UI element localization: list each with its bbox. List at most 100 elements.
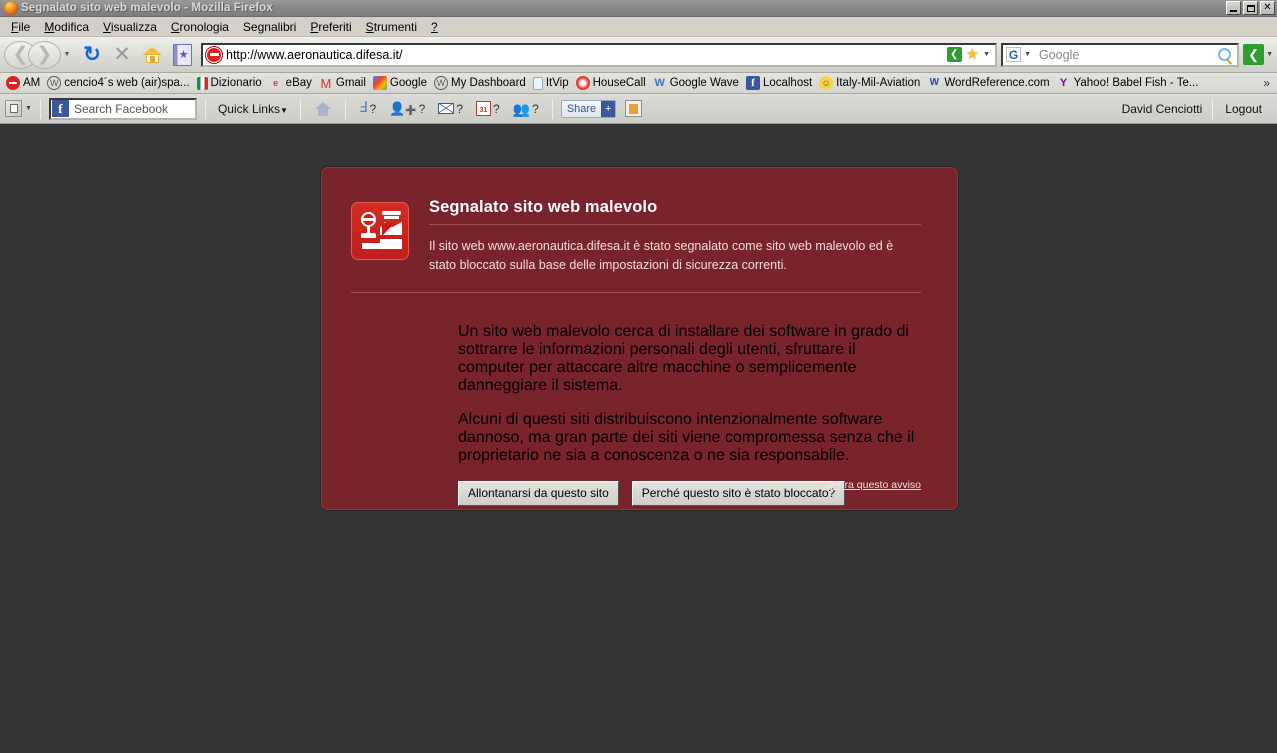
bookmark-am[interactable]: AM bbox=[3, 75, 44, 91]
menu-segnalibri[interactable]: Segnalibri bbox=[236, 18, 303, 36]
leave-site-button[interactable]: Allontanarsi da questo sito bbox=[458, 481, 619, 506]
chevron-down-icon[interactable]: ▼ bbox=[61, 41, 73, 69]
bookmark-label: cencio4´s web (air)spa... bbox=[64, 77, 189, 89]
why-blocked-button[interactable]: Perché questo sito è stato bloccato? bbox=[632, 481, 845, 506]
chevron-down-icon[interactable]: ▼ bbox=[983, 51, 990, 58]
home-icon[interactable] bbox=[137, 41, 167, 69]
facebook-search-placeholder: Search Facebook bbox=[69, 102, 168, 116]
events-calendar-icon: 31 bbox=[476, 101, 491, 116]
badge-count: ? bbox=[493, 102, 500, 116]
window-controls: ✕ bbox=[1226, 1, 1275, 15]
chevron-down-icon[interactable]: ▼ bbox=[25, 105, 32, 112]
gmail-icon: M bbox=[319, 76, 333, 90]
share-icon[interactable]: ❮ bbox=[947, 47, 962, 62]
bookmark-label: Google bbox=[390, 77, 427, 89]
bookmark-gmail[interactable]: M Gmail bbox=[316, 75, 370, 91]
window-title: Segnalato sito web malevolo - Mozilla Fi… bbox=[21, 2, 273, 14]
bookmark-label: Dizionario bbox=[211, 77, 262, 89]
maximize-restore-button[interactable] bbox=[1243, 1, 1258, 15]
facebook-share-button[interactable]: Share + bbox=[561, 100, 616, 118]
bookmark-label: Yahoo! Babel Fish - Te... bbox=[1074, 77, 1199, 89]
yahoo-icon: Y bbox=[1057, 76, 1071, 90]
reload-icon[interactable]: ↻ bbox=[77, 41, 107, 69]
bookmarks-overflow-icon[interactable]: » bbox=[1263, 76, 1274, 90]
minimize-button[interactable] bbox=[1226, 1, 1241, 15]
friends-item[interactable]: 👥 ? bbox=[508, 102, 544, 116]
magnifier-icon[interactable] bbox=[1218, 48, 1231, 61]
bookmark-google[interactable]: Google bbox=[370, 75, 431, 91]
friend-request-item[interactable]: 👤➕ ? bbox=[384, 102, 430, 116]
bookmarks-toolbar: AM W cencio4´s web (air)spa... Dizionari… bbox=[0, 73, 1277, 94]
navigation-toolbar: ❮ ❯ ▼ ↻ ✕ ★ http://www.aeronautica.difes… bbox=[0, 37, 1277, 73]
facebook-user-name[interactable]: David Cenciotti bbox=[1112, 102, 1213, 116]
chevron-down-icon[interactable]: ▼ bbox=[1266, 51, 1273, 58]
bookmark-dizionario[interactable]: Dizionario bbox=[194, 76, 266, 91]
quick-links-button[interactable]: Quick Links▼ bbox=[214, 100, 292, 118]
blocked-site-icon bbox=[6, 76, 20, 90]
bookmark-ebay[interactable]: e eBay bbox=[266, 75, 316, 91]
bookmark-wordreference[interactable]: W WordReference.com bbox=[924, 75, 1053, 91]
warning-header: Segnalato sito web malevolo Il sito web … bbox=[351, 198, 921, 275]
menu-visualizza[interactable]: Visualizza bbox=[96, 18, 164, 36]
window-title-bar: Segnalato sito web malevolo - Mozilla Fi… bbox=[0, 0, 1277, 17]
stop-icon[interactable]: ✕ bbox=[107, 41, 137, 69]
google-g-icon[interactable]: G bbox=[1006, 47, 1021, 62]
warning-lead-text: Il sito web www.aeronautica.difesa.it è … bbox=[429, 225, 921, 275]
facebook-account-area: David Cenciotti Logout bbox=[1112, 99, 1272, 119]
warning-paragraph-1: Un sito web malevolo cerca di installare… bbox=[458, 323, 921, 395]
malicious-site-police-icon bbox=[351, 202, 409, 260]
bookmark-itvip[interactable]: ItVip bbox=[530, 76, 573, 91]
share-icon[interactable]: ❮ bbox=[1243, 44, 1264, 65]
menu-modifica[interactable]: Modifica bbox=[37, 18, 96, 36]
search-engine-chevron-down-icon[interactable]: ▼ bbox=[1021, 51, 1034, 58]
bookmark-yahoo-babel-fish[interactable]: Y Yahoo! Babel Fish - Te... bbox=[1054, 75, 1203, 91]
facebook-toolbar: ▼ f Search Facebook Quick Links▼ Ⅎ ? 👤➕ … bbox=[0, 94, 1277, 124]
menu-preferiti[interactable]: Preferiti bbox=[303, 18, 358, 36]
search-bar[interactable]: G ▼ Google bbox=[1001, 43, 1239, 67]
windows-list-icon[interactable] bbox=[5, 100, 22, 117]
bookmark-localhost[interactable]: f Localhost bbox=[743, 75, 816, 91]
bookmark-label: WordReference.com bbox=[944, 77, 1049, 89]
bookmark-my-dashboard[interactable]: W My Dashboard bbox=[431, 75, 530, 91]
bookmark-label: Localhost bbox=[763, 77, 812, 89]
search-input[interactable]: Google bbox=[1034, 48, 1218, 62]
wordreference-icon: W bbox=[927, 76, 941, 90]
star-bookmark-icon[interactable]: ★ bbox=[966, 47, 979, 62]
ebay-icon: e bbox=[269, 76, 283, 90]
firefox-icon bbox=[4, 1, 18, 15]
bookmarks-sidebar-icon[interactable]: ★ bbox=[167, 41, 197, 69]
facebook-flag-icon: Ⅎ bbox=[359, 101, 368, 116]
logout-button[interactable]: Logout bbox=[1213, 102, 1272, 116]
menu-file[interactable]: File bbox=[4, 18, 37, 36]
friend-request-icon: 👤➕ bbox=[389, 102, 416, 115]
facebook-home-icon[interactable] bbox=[309, 102, 337, 116]
smiley-icon: ☺ bbox=[819, 76, 833, 90]
events-item[interactable]: 31 ? bbox=[471, 101, 505, 116]
warning-paragraph-2: Alcuni di questi siti distribuiscono int… bbox=[458, 411, 921, 465]
facebook-search-input[interactable]: f Search Facebook bbox=[49, 98, 197, 120]
menu-help[interactable]: ? bbox=[424, 18, 445, 36]
address-bar[interactable]: http://www.aeronautica.difesa.it/ ❮ ★ ▼ bbox=[201, 43, 997, 67]
forward-arrow-icon[interactable]: ❯ bbox=[28, 41, 61, 69]
divider bbox=[40, 99, 41, 119]
close-icon[interactable]: ✕ bbox=[1260, 1, 1275, 15]
bookmark-cencio4s-web[interactable]: W cencio4´s web (air)spa... bbox=[44, 75, 193, 91]
wordpress-icon: W bbox=[47, 76, 61, 90]
badge-count: ? bbox=[419, 102, 426, 116]
url-input[interactable]: http://www.aeronautica.difesa.it/ bbox=[226, 48, 947, 62]
page-icon bbox=[533, 77, 543, 90]
bookmark-google-wave[interactable]: W Google Wave bbox=[650, 75, 743, 91]
bookmark-label: AM bbox=[23, 77, 40, 89]
ignore-warning-link[interactable]: Ignora questo avviso bbox=[824, 479, 921, 491]
menu-strumenti[interactable]: Strumenti bbox=[359, 18, 424, 36]
bookmark-italy-mil-aviation[interactable]: ☺ Italy-Mil-Aviation bbox=[816, 75, 924, 91]
facebook-flag-item[interactable]: Ⅎ ? bbox=[354, 101, 381, 116]
bookmark-housecall[interactable]: HouseCall bbox=[573, 75, 650, 91]
menu-bar: File Modifica Visualizza Cronologia Segn… bbox=[0, 17, 1277, 37]
notifications-icon[interactable] bbox=[625, 100, 642, 117]
bookmark-label: eBay bbox=[286, 77, 312, 89]
menu-cronologia[interactable]: Cronologia bbox=[164, 18, 236, 36]
messages-item[interactable]: ? bbox=[433, 102, 468, 116]
trendmicro-icon bbox=[576, 76, 590, 90]
badge-count: ? bbox=[456, 102, 463, 116]
